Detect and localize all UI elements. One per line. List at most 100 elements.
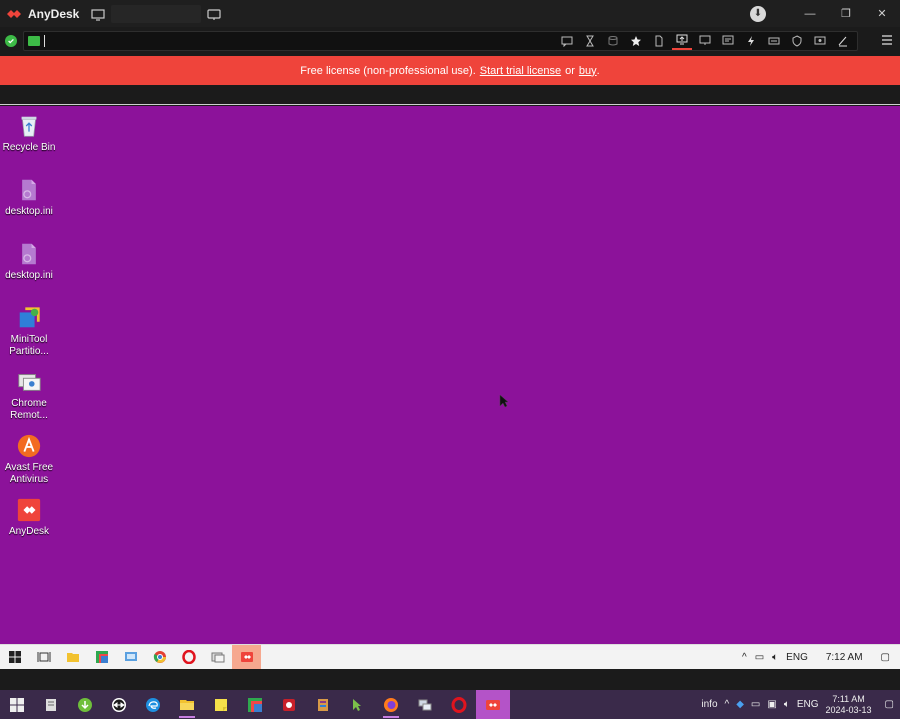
desktop-icon-label: desktop.ini [5,206,53,217]
desktop-icon-label: desktop.ini [5,270,53,281]
message-icon[interactable] [718,32,738,50]
download-icon[interactable]: ⬇ [750,5,766,22]
connection-app-icon[interactable] [203,645,232,670]
text-caret [44,35,45,47]
taskbar-clock[interactable]: 7:11 AM 2024-03-13 [826,694,872,716]
opera-taskbar-icon[interactable] [442,690,476,719]
archive-app-icon[interactable] [306,690,340,719]
hamburger-menu-icon[interactable] [880,33,894,47]
chrome-icon[interactable] [145,645,174,670]
file-explorer-icon[interactable] [58,645,87,670]
keyboard-icon[interactable] [764,32,784,50]
notes-app-icon[interactable] [34,690,68,719]
buy-link[interactable]: buy [579,65,597,77]
database-icon[interactable] [603,32,623,50]
opera-icon[interactable] [174,645,203,670]
tray-info-label[interactable]: info [701,699,717,710]
anydesk-titlebar: AnyDesk ⬇ — ❐ ✕ [0,0,900,27]
language-indicator[interactable]: ENG [786,652,808,663]
anydesk-logo-icon [6,6,22,22]
desktop-icon-label: MiniTool Partitio... [9,334,49,357]
system-tray: info ^ ◆ ▭ ▣ 🔈︎ ENG 7:11 AM 2024-03-13 ▢ [701,694,900,716]
anydesk-icon [15,496,43,524]
restore-button[interactable]: ❐ [828,0,864,27]
anydesk-taskbar-icon[interactable] [232,644,261,670]
display-icon[interactable] [695,32,715,50]
antivirus-icon[interactable] [272,690,306,719]
remote-desktop-app-icon[interactable] [116,645,145,670]
desktop-icon-label: Chrome Remot... [10,398,48,421]
bluetooth-icon[interactable]: ◆ [736,699,744,710]
desktop-icon-desktop-ini-1[interactable]: desktop.ini [0,176,58,218]
desktop-icon-chrome-remote[interactable]: Chrome Remot... [0,368,58,422]
sticky-notes-icon[interactable] [204,690,238,719]
desktop-icon-label: AnyDesk [8,526,49,537]
start-trial-link[interactable]: Start trial license [480,65,561,77]
firefox-icon[interactable] [374,690,408,719]
desktop-icon-minitool[interactable]: MiniTool Partitio... [0,304,58,358]
address-bar [0,27,900,55]
anydesk-local-taskbar-icon[interactable] [476,690,510,719]
cursor-tool-icon[interactable] [340,690,374,719]
session-tab[interactable] [111,4,202,23]
window-bottom-strip [0,669,900,690]
volume-icon[interactable]: 🔈︎ [772,652,778,663]
new-session-icon[interactable] [207,8,221,20]
banner-or: or [565,64,575,77]
network-tray-icon[interactable]: ▭ [751,699,760,710]
remote-taskbar: ^ ▭ 🔈︎ ENG 7:12 AM ▢ [0,644,900,670]
file-icon [15,176,43,204]
desktop-icon-desktop-ini-2[interactable]: desktop.ini [0,240,58,282]
monitor-tab-icon[interactable] [91,8,105,21]
desktop-icon-recycle-bin[interactable]: Recycle Bin [0,112,58,154]
shield-icon[interactable] [787,32,807,50]
task-view-icon[interactable] [29,645,58,670]
minimize-button[interactable]: — [792,0,828,27]
file-transfer-icon[interactable] [649,32,669,50]
remote-system-tray: ^ ▭ 🔈︎ ENG 7:12 AM ▢ [742,652,900,663]
start-button[interactable] [0,690,34,719]
action-center-icon[interactable]: ▢ [885,699,894,710]
file-icon [15,240,43,268]
upload-monitor-icon[interactable] [672,32,692,50]
uget-icon[interactable] [68,690,102,719]
hourglass-icon[interactable] [580,32,600,50]
desktop-icon-label: Recycle Bin [2,142,56,153]
desktop-icon-anydesk[interactable]: AnyDesk [0,496,58,538]
notification-icon[interactable]: ▢ [881,652,890,663]
privacy-icon[interactable] [810,32,830,50]
paint-taskbar-icon[interactable] [238,690,272,719]
remote-start-button[interactable] [0,645,29,670]
paint-app-icon[interactable] [87,645,116,670]
draw-icon[interactable] [833,32,853,50]
remote-clock[interactable]: 7:12 AM [826,652,863,663]
license-banner: Free license (non-professional use). Sta… [0,56,900,85]
network-icon[interactable]: ▭ [755,652,764,663]
chat-icon[interactable] [557,32,577,50]
edge-icon[interactable] [136,690,170,719]
network-app-icon[interactable] [408,690,442,719]
tray-chevron-icon[interactable]: ^ [725,699,730,710]
remote-desktop[interactable]: Recycle Bin desktop.ini desktop.ini Mini… [0,106,900,644]
address-input[interactable] [23,31,858,51]
tray-chevron-icon[interactable]: ^ [742,652,747,663]
recycle-bin-icon [15,112,43,140]
actions-icon[interactable] [741,32,761,50]
app-title: AnyDesk [28,6,80,21]
mouse-cursor-icon [499,394,509,408]
teamviewer-icon[interactable] [102,690,136,719]
close-button[interactable]: ✕ [864,0,900,27]
wifi-icon[interactable]: ▣ [767,699,776,710]
desktop-icon-label: Avast Free Antivirus [4,462,54,485]
volume-tray-icon[interactable]: 🔈︎ [784,699,790,710]
star-icon[interactable] [626,32,646,50]
minitool-icon [15,304,43,332]
file-explorer-taskbar-icon[interactable] [170,690,204,719]
clock-date: 2024-03-13 [825,704,872,715]
language-tray[interactable]: ENG [797,699,819,710]
toolbar-divider [0,85,900,105]
local-taskbar: info ^ ◆ ▭ ▣ 🔈︎ ENG 7:11 AM 2024-03-13 ▢ [0,690,900,719]
license-text: Free license (non-professional use). [300,64,476,77]
desktop-icon-avast[interactable]: Avast Free Antivirus [0,432,58,486]
banner-period: . [596,64,600,77]
